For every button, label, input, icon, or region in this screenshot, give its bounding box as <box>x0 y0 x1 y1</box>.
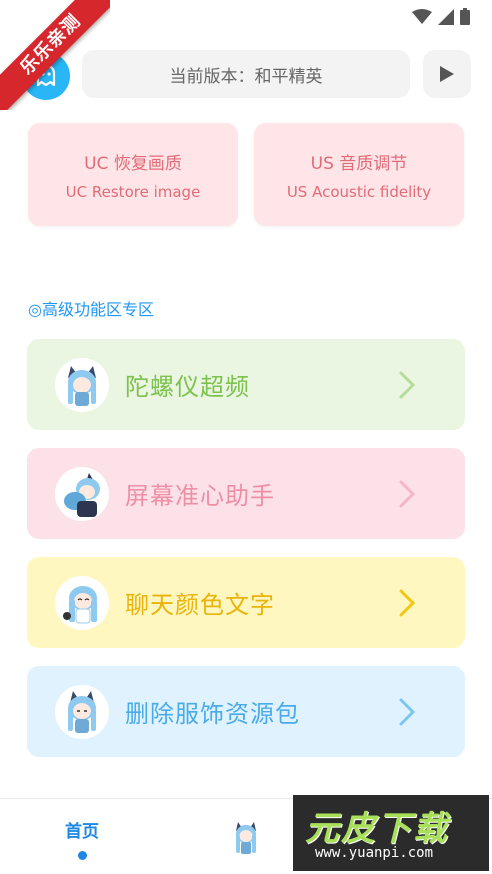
chevron-right-icon <box>387 474 427 514</box>
ribbon-text: 乐乐亲测 <box>0 0 110 110</box>
anime-avatar-icon <box>55 466 109 521</box>
us-acoustic-card[interactable]: US 音质调节 US Acoustic fidelity <box>254 123 464 226</box>
active-indicator <box>77 851 87 860</box>
feature-label: 聊天颜色文字 <box>125 591 275 619</box>
chevron-right-icon <box>387 583 427 623</box>
feature-gyroscope[interactable]: 陀螺仪超频 <box>27 339 465 430</box>
watermark-logo: 元皮下载 www.yuanpi.com <box>293 795 489 871</box>
nav-home-label: 首页 <box>65 822 99 842</box>
us-acoustic-subtitle: US Acoustic fidelity <box>286 182 432 201</box>
anime-character-icon <box>236 822 256 854</box>
chevron-right-icon <box>387 365 427 405</box>
uc-restore-title: UC 恢复画质 <box>84 153 182 174</box>
battery-icon <box>460 8 470 25</box>
anime-avatar-icon <box>55 575 109 630</box>
nav-home-tab[interactable]: 首页 <box>52 817 112 860</box>
uc-restore-subtitle: UC Restore image <box>65 182 201 201</box>
us-acoustic-title: US 音质调节 <box>310 153 408 174</box>
anime-avatar-icon <box>55 357 109 412</box>
version-selector[interactable]: 当前版本：和平精英 <box>82 50 410 98</box>
play-icon <box>440 66 454 82</box>
version-text: 当前版本：和平精英 <box>169 66 323 87</box>
chevron-right-icon <box>387 692 427 732</box>
nav-profile-tab[interactable] <box>226 817 266 857</box>
feature-delete-costume[interactable]: 删除服饰资源包 <box>27 666 465 757</box>
promo-ribbon: 乐乐亲测 <box>0 0 110 110</box>
feature-label: 删除服饰资源包 <box>125 700 300 728</box>
feature-crosshair[interactable]: 屏幕准心助手 <box>27 448 465 539</box>
feature-label: 陀螺仪超频 <box>125 373 250 401</box>
feature-label: 屏幕准心助手 <box>125 482 275 510</box>
anime-avatar-icon <box>55 684 109 739</box>
wifi-icon <box>412 8 432 24</box>
uc-restore-card[interactable]: UC 恢复画质 UC Restore image <box>28 123 238 226</box>
feature-chat-color[interactable]: 聊天颜色文字 <box>27 557 465 648</box>
watermark-url: www.yuanpi.com <box>315 845 434 861</box>
play-button[interactable] <box>423 50 471 98</box>
watermark-brand: 元皮下载 <box>305 809 449 849</box>
section-title: ◎高级功能区专区 <box>28 300 154 319</box>
signal-icon <box>438 8 454 25</box>
